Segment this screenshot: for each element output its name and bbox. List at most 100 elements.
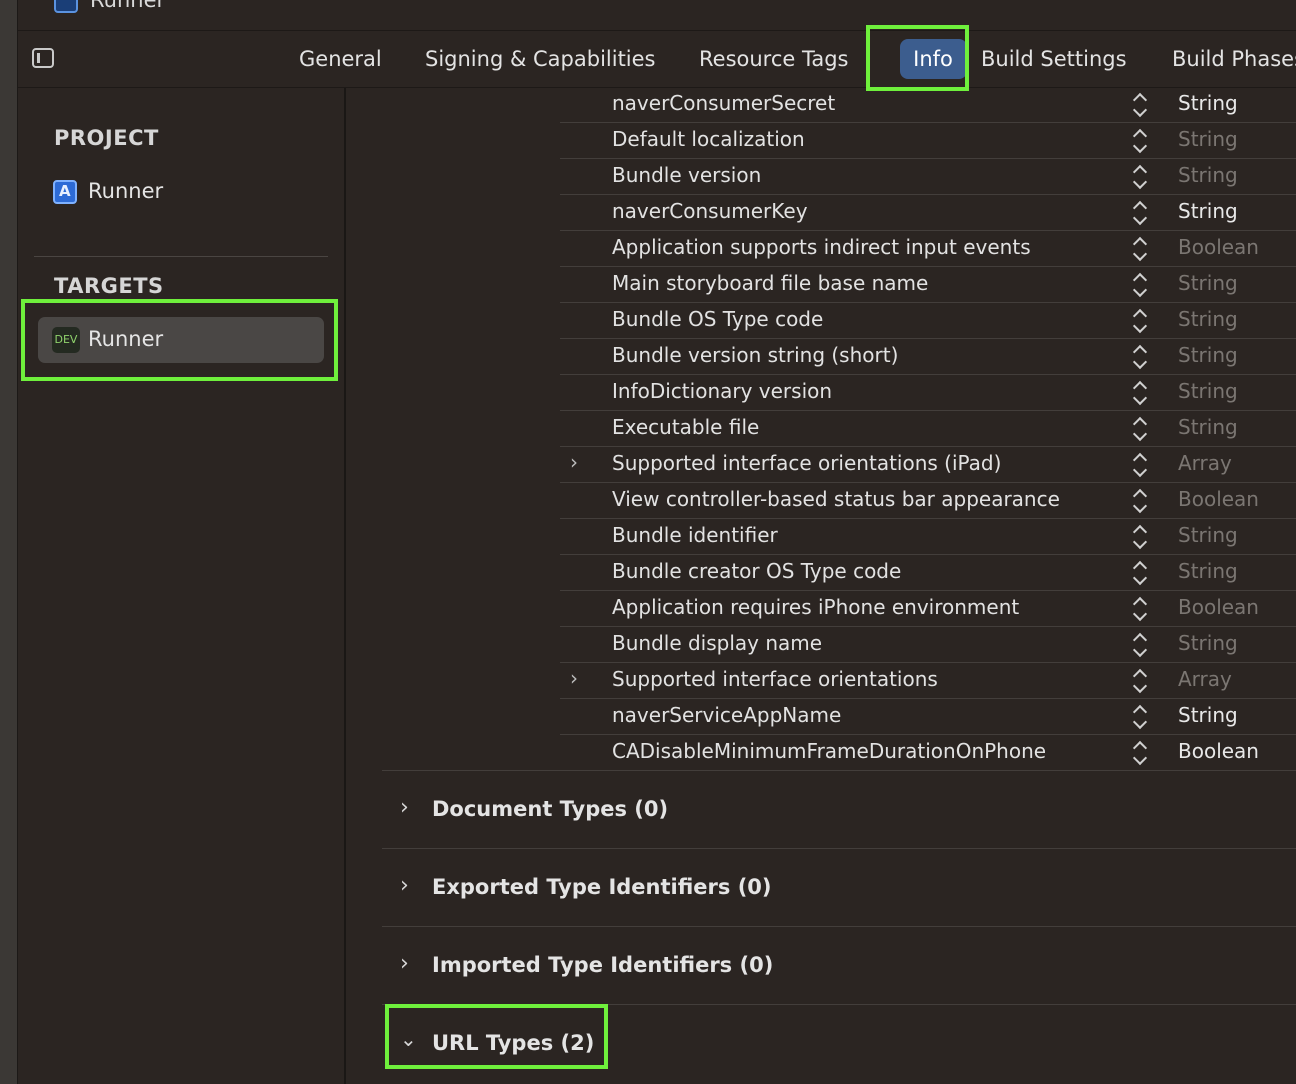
plist-type[interactable]: String: [1178, 703, 1238, 727]
plist-row[interactable]: Executable file String: [560, 411, 1296, 447]
plist-row[interactable]: CADisableMinimumFrameDurationOnPhone Bool…: [560, 735, 1296, 771]
plist-row[interactable]: View controller-based status bar appeara…: [560, 483, 1296, 519]
section-document-types[interactable]: › Document Types (0): [382, 770, 1296, 848]
up-down-stepper-icon[interactable]: [1131, 452, 1149, 478]
plist-type[interactable]: Boolean: [1178, 487, 1259, 511]
up-down-stepper-icon[interactable]: [1131, 740, 1149, 766]
plist-row[interactable]: Default localization String: [560, 123, 1296, 159]
plist-type[interactable]: String: [1178, 91, 1238, 115]
up-down-stepper-icon[interactable]: [1131, 236, 1149, 262]
up-down-stepper-icon[interactable]: [1131, 524, 1149, 550]
plist-type[interactable]: Array: [1178, 667, 1232, 691]
tab-general[interactable]: General: [299, 47, 382, 71]
plist-type[interactable]: String: [1178, 127, 1238, 151]
plist-row[interactable]: › Supported interface orientations Array: [560, 663, 1296, 699]
tab-signing-capabilities[interactable]: Signing & Capabilities: [425, 47, 656, 71]
up-down-stepper-icon[interactable]: [1131, 164, 1149, 190]
sidebar-divider: [34, 256, 328, 257]
plist-key: Default localization: [612, 127, 805, 151]
up-down-stepper-icon[interactable]: [1131, 380, 1149, 406]
plist-key: Bundle OS Type code: [612, 307, 824, 331]
editor-tab-bar: General Signing & Capabilities Resource …: [18, 31, 1296, 88]
plist-key: Bundle version: [612, 163, 762, 187]
sidebar-item-project-runner[interactable]: Runner: [38, 169, 324, 215]
plist-type[interactable]: Boolean: [1178, 235, 1259, 259]
up-down-stepper-icon[interactable]: [1131, 128, 1149, 154]
chevron-right-icon[interactable]: ›: [400, 795, 409, 820]
plist-row[interactable]: naverServiceAppName String: [560, 699, 1296, 735]
chevron-right-icon[interactable]: ›: [400, 951, 409, 976]
plist-row[interactable]: Bundle identifier String: [560, 519, 1296, 555]
plist-key: Bundle display name: [612, 631, 823, 655]
plist-row[interactable]: Application requires iPhone environment B…: [560, 591, 1296, 627]
plist-type[interactable]: String: [1178, 523, 1238, 547]
chevron-right-icon[interactable]: ›: [400, 873, 409, 898]
plist-type[interactable]: String: [1178, 559, 1238, 583]
plist-type[interactable]: Boolean: [1178, 739, 1259, 763]
up-down-stepper-icon[interactable]: [1131, 668, 1149, 694]
highlight-info-tab: [866, 25, 969, 91]
xcode-project-icon: [53, 180, 77, 204]
section-label: Imported Type Identifiers (0): [432, 953, 774, 977]
plist-key: Application requires iPhone environment: [612, 595, 1020, 619]
tab-build-settings[interactable]: Build Settings: [981, 47, 1127, 71]
plist-key: Bundle creator OS Type code: [612, 559, 902, 583]
plist-type[interactable]: String: [1178, 163, 1238, 187]
up-down-stepper-icon[interactable]: [1131, 308, 1149, 334]
section-exported-type-identifiers[interactable]: › Exported Type Identifiers (0): [382, 848, 1296, 926]
up-down-stepper-icon[interactable]: [1131, 200, 1149, 226]
sidebar-item-label: Runner: [88, 179, 164, 203]
plist-row[interactable]: › Supported interface orientations (iPad)…: [560, 447, 1296, 483]
up-down-stepper-icon[interactable]: [1131, 704, 1149, 730]
plist-type[interactable]: String: [1178, 307, 1238, 331]
up-down-stepper-icon[interactable]: [1131, 596, 1149, 622]
highlight-target-runner: [21, 299, 338, 381]
plist-key: CADisableMinimumFrameDurationOnPhone: [612, 739, 1047, 763]
plist-type[interactable]: String: [1178, 271, 1238, 295]
plist-row[interactable]: InfoDictionary version String: [560, 375, 1296, 411]
plist-key: Bundle version string (short): [612, 343, 899, 367]
plist-type[interactable]: String: [1178, 631, 1238, 655]
plist-type[interactable]: String: [1178, 343, 1238, 367]
plist-key: Application supports indirect input even…: [612, 235, 1031, 259]
section-imported-type-identifiers[interactable]: › Imported Type Identifiers (0): [382, 926, 1296, 1004]
chevron-right-icon[interactable]: ›: [570, 450, 578, 474]
section-label: Exported Type Identifiers (0): [432, 875, 772, 899]
plist-type[interactable]: String: [1178, 379, 1238, 403]
plist-row[interactable]: Bundle creator OS Type code String: [560, 555, 1296, 591]
up-down-stepper-icon[interactable]: [1131, 488, 1149, 514]
plist-key: Supported interface orientations (iPad): [612, 451, 1002, 475]
plist-key: Main storyboard file base name: [612, 271, 929, 295]
up-down-stepper-icon[interactable]: [1131, 416, 1149, 442]
window-edge: [0, 0, 18, 1084]
plist-key: naverConsumerKey: [612, 199, 808, 223]
project-navigator: PROJECT Runner TARGETS DEV Runner: [18, 88, 346, 1084]
plist-type[interactable]: Array: [1178, 451, 1232, 475]
plist-row[interactable]: Main storyboard file base name String: [560, 267, 1296, 303]
plist-type[interactable]: String: [1178, 199, 1238, 223]
plist-row[interactable]: Bundle version String: [560, 159, 1296, 195]
sidebar-toggle-icon[interactable]: [32, 48, 54, 68]
tab-resource-tags[interactable]: Resource Tags: [699, 47, 848, 71]
plist-row[interactable]: Bundle version string (short) String: [560, 339, 1296, 375]
plist-key: Supported interface orientations: [612, 667, 938, 691]
up-down-stepper-icon[interactable]: [1131, 344, 1149, 370]
plist-type[interactable]: Boolean: [1178, 595, 1259, 619]
plist-row[interactable]: Application supports indirect input even…: [560, 231, 1296, 267]
up-down-stepper-icon[interactable]: [1131, 560, 1149, 586]
plist-type[interactable]: String: [1178, 415, 1238, 439]
plist-row[interactable]: naverConsumerSecret String: [560, 87, 1296, 123]
tab-build-phases[interactable]: Build Phases: [1172, 47, 1296, 71]
window-title: Runner: [90, 0, 166, 12]
chevron-right-icon[interactable]: ›: [570, 666, 578, 690]
up-down-stepper-icon[interactable]: [1131, 632, 1149, 658]
highlight-url-types: [385, 1004, 608, 1069]
title-bar: Runner: [18, 0, 1296, 31]
up-down-stepper-icon[interactable]: [1131, 272, 1149, 298]
plist-row[interactable]: Bundle OS Type code String: [560, 303, 1296, 339]
plist-row[interactable]: naverConsumerKey String: [560, 195, 1296, 231]
plist-key: naverServiceAppName: [612, 703, 842, 727]
project-section-title: PROJECT: [54, 126, 159, 150]
plist-row[interactable]: Bundle display name String: [560, 627, 1296, 663]
up-down-stepper-icon[interactable]: [1131, 92, 1149, 118]
